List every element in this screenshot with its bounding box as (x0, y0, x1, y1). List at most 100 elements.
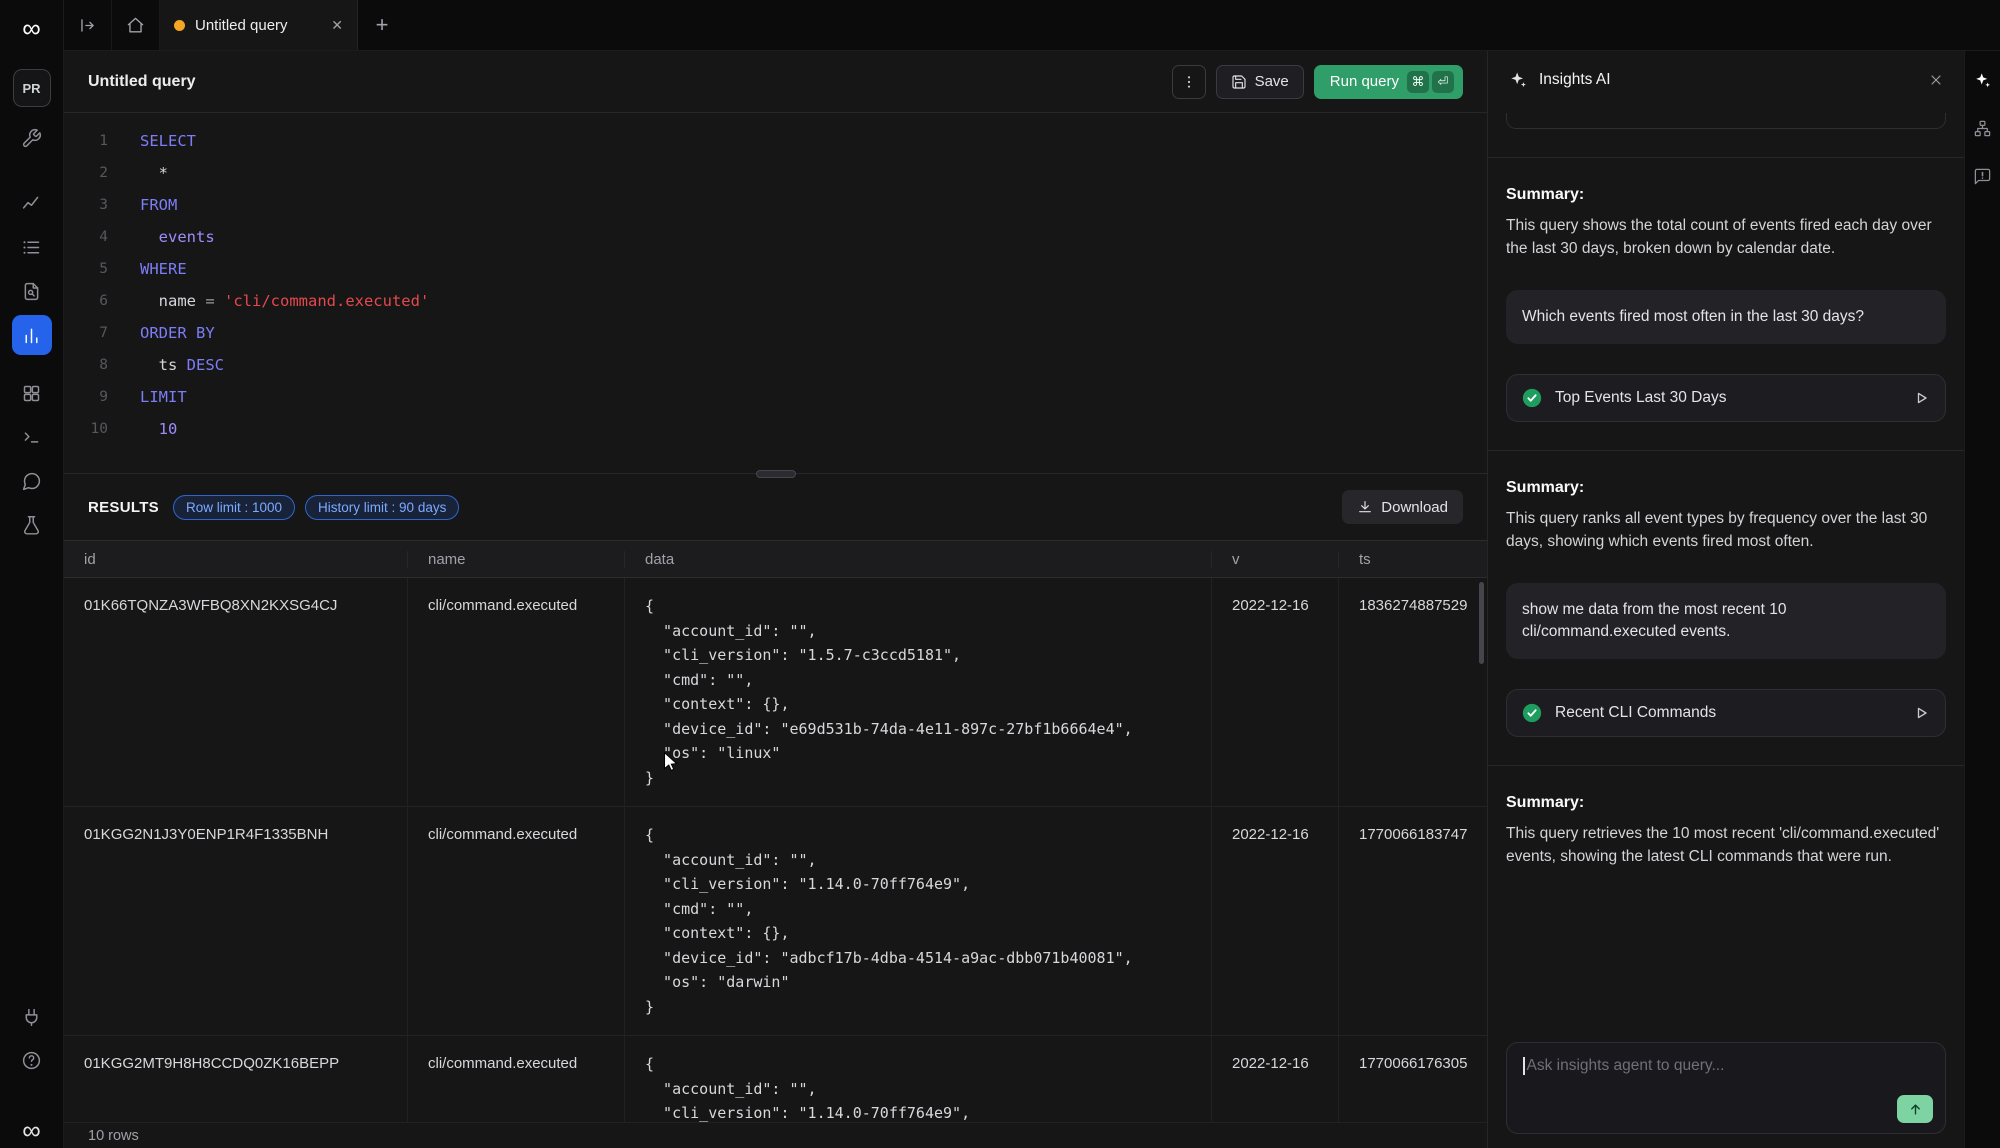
query-card[interactable]: Top Events Last 30 Days (1506, 374, 1946, 422)
cell-id: 01K66TQNZA3WFBQ8XN2KXSG4CJ (64, 578, 408, 806)
results-badges: Row limit : 1000 History limit : 90 days (173, 495, 459, 520)
table-footer: 10 rows (64, 1122, 1487, 1148)
column-header-name[interactable]: name (408, 551, 625, 568)
unsaved-dot-icon (174, 20, 185, 31)
cell-ts: 1836274887529 (1339, 578, 1487, 806)
cell-data: { "account_id": "", "cli_version": "1.5.… (625, 578, 1212, 806)
save-button[interactable]: Save (1216, 65, 1304, 99)
cell-name: cli/command.executed (408, 578, 625, 806)
summary-label: Summary: (1506, 479, 1946, 497)
file-search-icon[interactable] (12, 271, 52, 311)
editor-line[interactable]: 9LIMIT (64, 381, 1487, 413)
cell-v: 2022-12-16 (1212, 807, 1339, 1035)
editor-line[interactable]: 10 10 (64, 413, 1487, 445)
terminal-icon[interactable] (12, 417, 52, 457)
column-header-ts[interactable]: ts (1339, 551, 1487, 568)
panel-splitter (64, 473, 1487, 474)
line-number: 5 (64, 253, 108, 285)
help-icon[interactable] (12, 1040, 52, 1080)
list-rows-icon[interactable] (12, 227, 52, 267)
results-table-body: 01K66TQNZA3WFBQ8XN2KXSG4CJcli/command.ex… (64, 578, 1487, 1148)
editor-line[interactable]: 8 ts DESC (64, 349, 1487, 381)
send-button[interactable] (1897, 1095, 1933, 1123)
play-icon[interactable] (1911, 388, 1931, 408)
arrow-up-icon (1908, 1102, 1923, 1117)
column-header-v[interactable]: v (1212, 551, 1339, 568)
home-icon[interactable] (112, 0, 160, 50)
editor-line[interactable]: 5WHERE (64, 253, 1487, 285)
line-number: 9 (64, 381, 108, 413)
cmd-key-chip: ⌘ (1407, 71, 1429, 93)
sql-editor[interactable]: 1SELECT2 *3FROM4 events5WHERE6 name = 'c… (64, 113, 1487, 473)
run-query-label: Run query (1330, 73, 1399, 90)
user-question-bubble: show me data from the most recent 10 cli… (1506, 583, 1946, 659)
schema-tree-icon[interactable] (1970, 115, 1996, 141)
tab-close-icon[interactable]: ✕ (331, 17, 343, 34)
feedback-icon[interactable] (1970, 163, 1996, 189)
ask-input[interactable]: Ask insights agent to query... (1506, 1042, 1946, 1134)
play-icon[interactable] (1911, 703, 1931, 723)
cell-ts: 1770066183747 (1339, 807, 1487, 1035)
more-options-button[interactable] (1172, 65, 1206, 99)
tab-title: Untitled query (195, 17, 321, 34)
splitter-handle[interactable] (756, 470, 796, 478)
insights-ai-rail-icon[interactable] (1970, 67, 1996, 93)
insights-header: Insights AI (1488, 51, 1964, 109)
results-table-header: idnamedatavts (64, 540, 1487, 578)
download-button[interactable]: Download (1342, 490, 1463, 524)
thread-divider (1488, 450, 1964, 451)
summary-text: This query retrieves the 10 most recent … (1506, 822, 1946, 868)
close-icon[interactable] (1928, 72, 1944, 88)
scrolled-message-partial (1506, 113, 1946, 129)
limit-badge[interactable]: Row limit : 1000 (173, 495, 295, 520)
bar-chart-icon-active[interactable] (12, 315, 52, 355)
editor-line[interactable]: 1SELECT (64, 125, 1487, 157)
chat-icon[interactable] (12, 461, 52, 501)
table-row[interactable]: 01K66TQNZA3WFBQ8XN2KXSG4CJcli/command.ex… (64, 578, 1487, 807)
query-header: Untitled query Save Run query ⌘ (64, 51, 1487, 113)
thread-divider (1488, 765, 1964, 766)
summary-label: Summary: (1506, 186, 1946, 204)
left-sidebar: ∞ PR (0, 0, 64, 1148)
editor-line[interactable]: 6 name = 'cli/command.executed' (64, 285, 1487, 317)
line-number: 4 (64, 221, 108, 253)
cell-name: cli/command.executed (408, 807, 625, 1035)
new-tab-button[interactable]: + (358, 0, 406, 50)
query-panel: Untitled query Save Run query ⌘ (64, 51, 1487, 1148)
plug-icon[interactable] (12, 997, 52, 1037)
table-scrollbar[interactable] (1479, 582, 1484, 664)
app-logo-icon: ∞ (18, 14, 46, 42)
editor-line[interactable]: 7ORDER BY (64, 317, 1487, 349)
tools-icon[interactable] (12, 118, 52, 158)
download-icon (1357, 499, 1373, 515)
summary-label: Summary: (1506, 794, 1946, 812)
chart-line-icon[interactable] (12, 183, 52, 223)
ask-input-placeholder: Ask insights agent to query... (1527, 1057, 1725, 1075)
save-icon (1231, 74, 1247, 90)
download-button-label: Download (1381, 499, 1448, 516)
editor-line[interactable]: 4 events (64, 221, 1487, 253)
tab-untitled-query[interactable]: Untitled query ✕ (160, 0, 358, 50)
grid-apps-icon[interactable] (12, 373, 52, 413)
limit-badge[interactable]: History limit : 90 days (305, 495, 459, 520)
flask-icon[interactable] (12, 505, 52, 545)
save-button-label: Save (1255, 73, 1289, 90)
query-card[interactable]: Recent CLI Commands (1506, 689, 1946, 737)
text-caret (1523, 1057, 1525, 1075)
thread-divider (1488, 157, 1964, 158)
cell-v: 2022-12-16 (1212, 578, 1339, 806)
run-query-button[interactable]: Run query ⌘ ⏎ (1314, 65, 1463, 99)
column-header-data[interactable]: data (625, 551, 1212, 568)
table-row[interactable]: 01KGG2N1J3Y0ENP1R4F1335BNHcli/command.ex… (64, 807, 1487, 1036)
project-avatar[interactable]: PR (13, 69, 51, 107)
editor-line[interactable]: 2 * (64, 157, 1487, 189)
line-number: 1 (64, 125, 108, 157)
sidebar-toggle-icon[interactable] (64, 0, 112, 50)
check-circle-icon (1521, 702, 1543, 724)
summary-text: This query ranks all event types by freq… (1506, 507, 1946, 553)
column-header-id[interactable]: id (64, 551, 408, 568)
app-logo-bottom-icon: ∞ (18, 1116, 46, 1144)
query-card-label: Top Events Last 30 Days (1555, 389, 1899, 407)
insights-title: Insights AI (1539, 71, 1611, 89)
editor-line[interactable]: 3FROM (64, 189, 1487, 221)
